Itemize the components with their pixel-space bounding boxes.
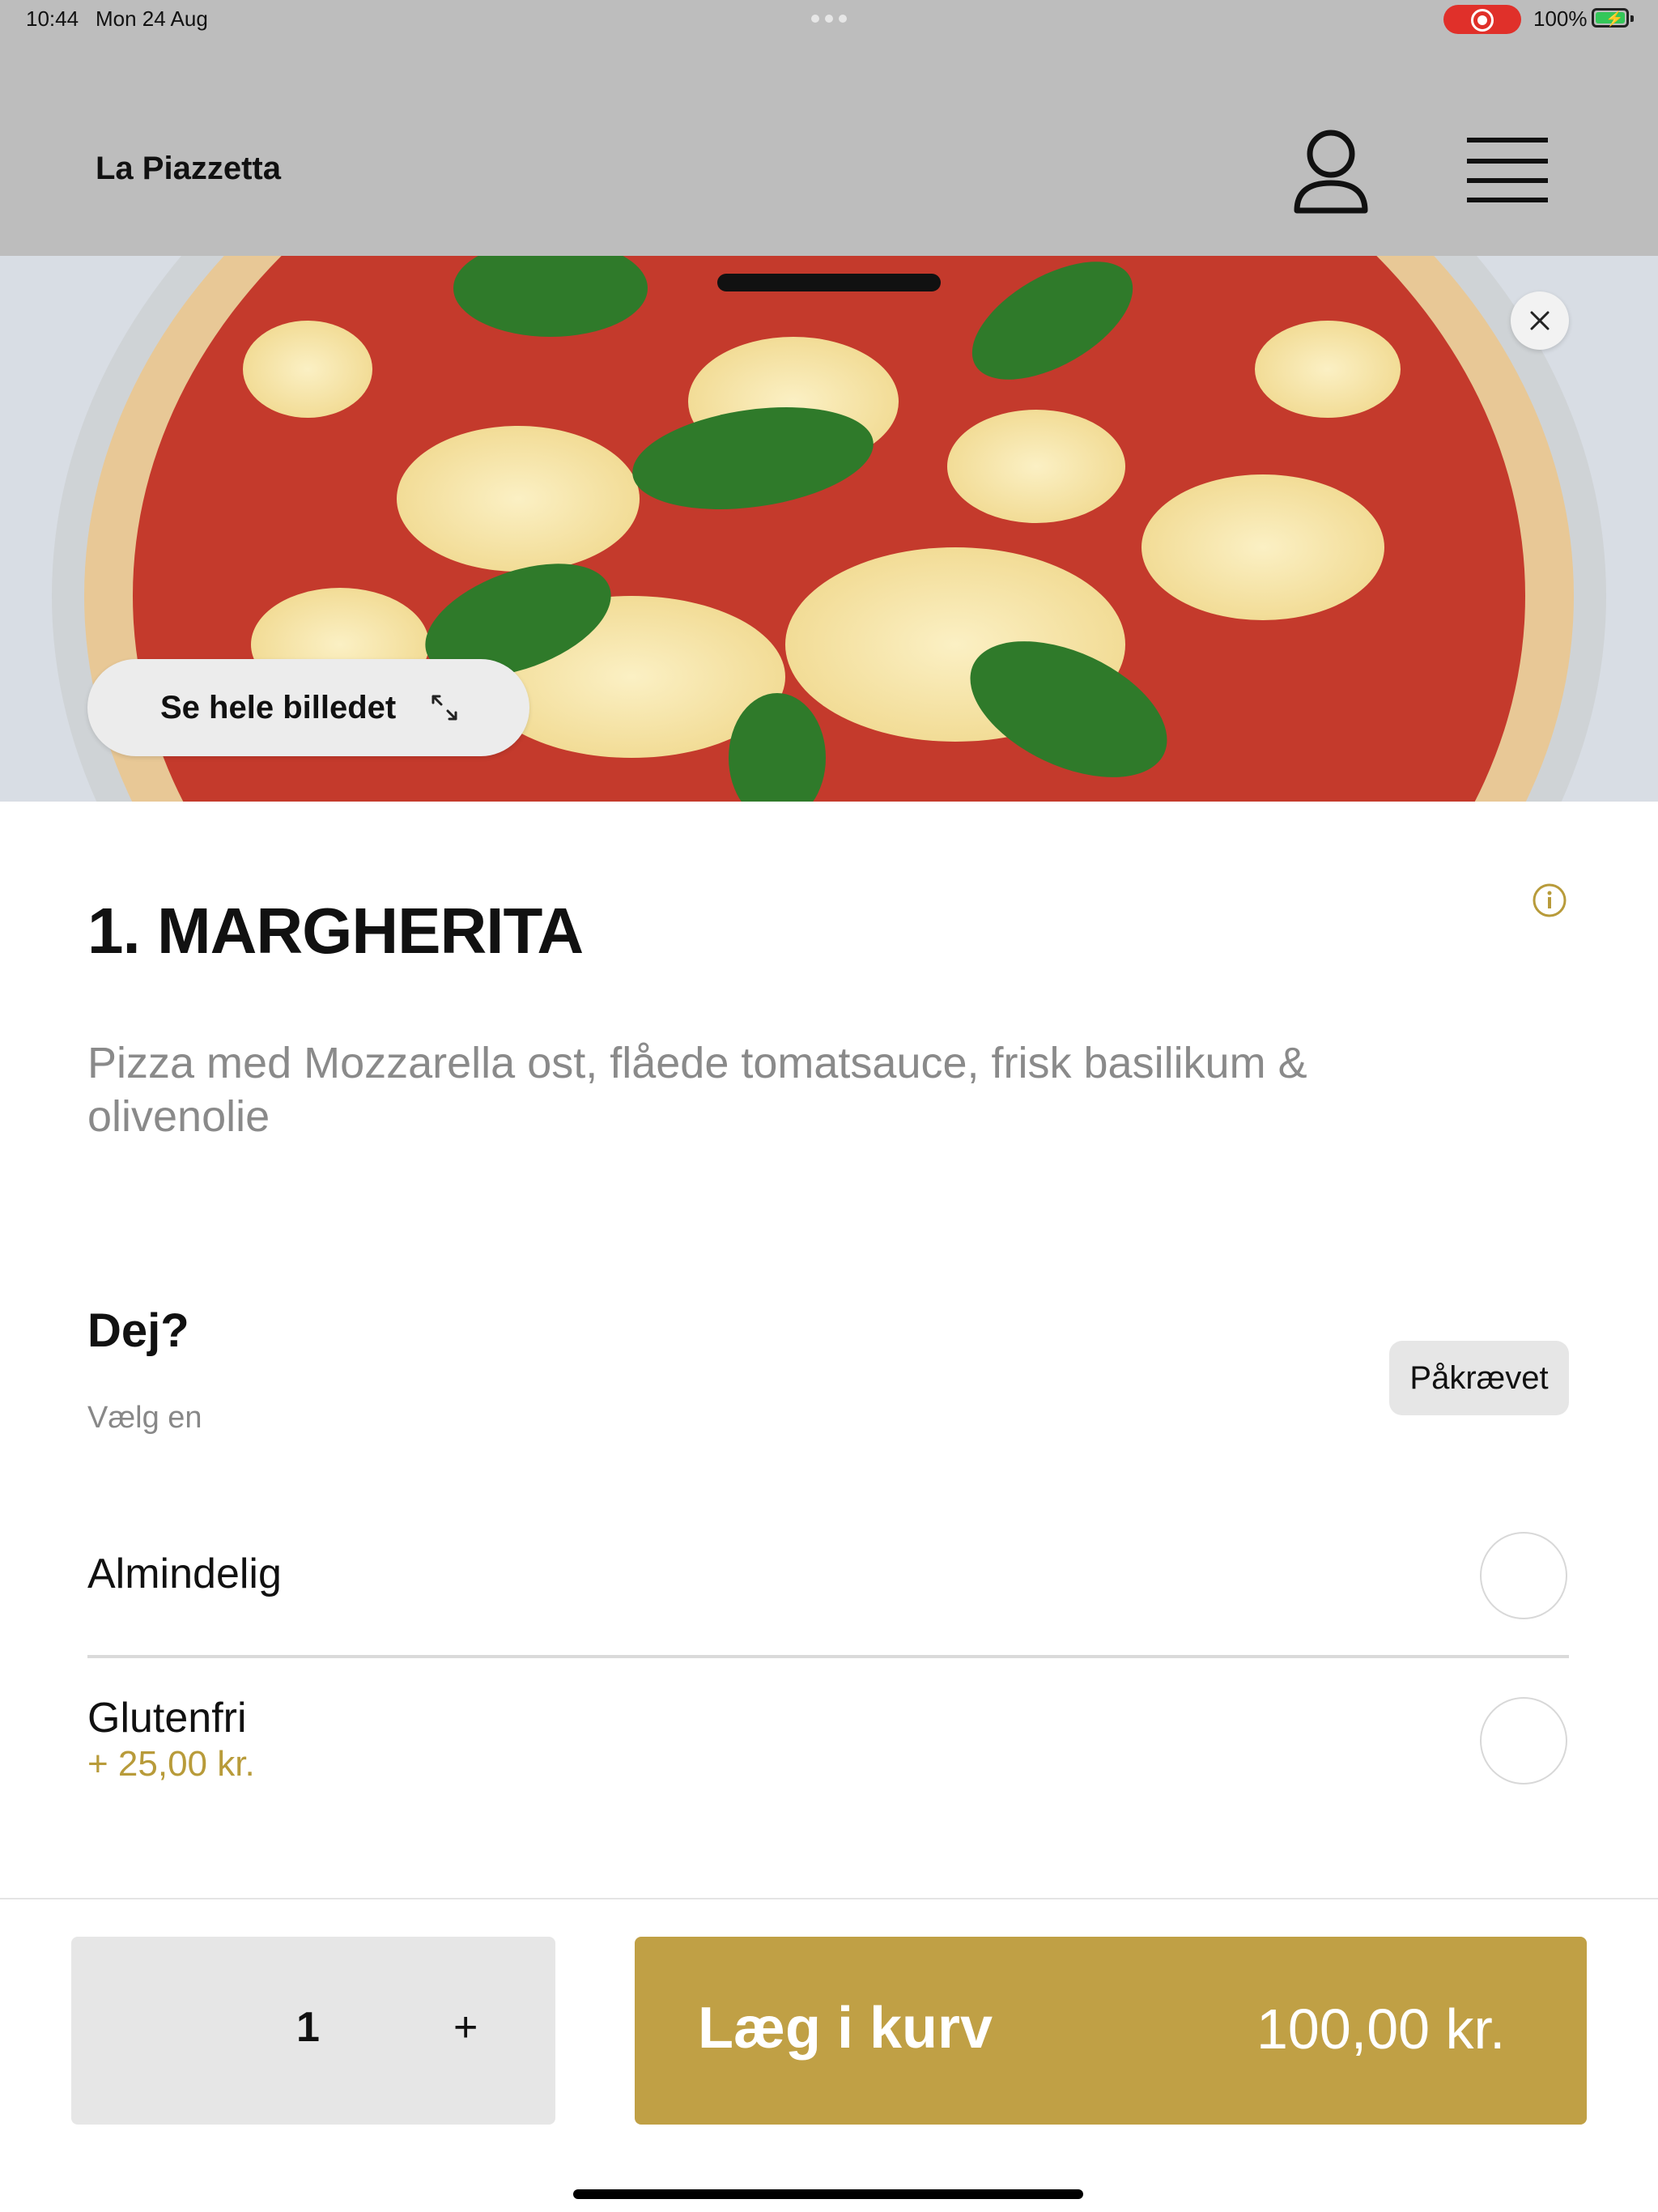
info-icon[interactable] — [1532, 883, 1567, 918]
user-icon[interactable] — [1292, 126, 1370, 217]
restaurant-name[interactable]: La Piazzetta — [96, 151, 281, 187]
product-title: 1. MARGHERITA — [87, 895, 584, 967]
menu-icon[interactable] — [1467, 136, 1548, 204]
required-badge: Påkrævet — [1389, 1341, 1569, 1415]
close-button[interactable] — [1511, 291, 1569, 350]
battery-icon: ⚡ — [1592, 8, 1634, 28]
footer-divider — [0, 1898, 1658, 1899]
radio-almindelig[interactable] — [1480, 1532, 1567, 1619]
see-full-image-button[interactable]: Se hele billedet — [87, 659, 529, 756]
status-date: Mon 24 Aug — [96, 6, 208, 31]
option-label-glutenfri[interactable]: Glutenfri — [87, 1694, 247, 1742]
status-time: 10:44 — [26, 6, 79, 31]
option-price-glutenfri: + 25,00 kr. — [87, 1744, 255, 1784]
battery-percentage: 100% — [1533, 6, 1588, 31]
see-full-image-label: Se hele billedet — [160, 689, 397, 725]
screen-recording-icon[interactable] — [1443, 5, 1521, 34]
expand-icon — [432, 695, 457, 721]
close-icon — [1530, 311, 1550, 330]
option-group-title: Dej? — [87, 1304, 189, 1357]
sheet-grabber[interactable] — [717, 274, 941, 291]
cart-total: 100,00 kr. — [1256, 1997, 1506, 2061]
option-label-almindelig[interactable]: Almindelig — [87, 1550, 282, 1598]
home-indicator[interactable] — [573, 2189, 1083, 2199]
quantity-value: 1 — [296, 2004, 320, 2051]
divider — [87, 1655, 1569, 1658]
option-group-subtitle: Vælg en — [87, 1401, 202, 1435]
increment-button[interactable]: + — [453, 2003, 478, 2052]
app-header — [0, 0, 1658, 256]
multitasking-dots-icon[interactable] — [811, 15, 847, 23]
product-description: Pizza med Mozzarella ost, flåede tomatsa… — [87, 1039, 1307, 1141]
radio-glutenfri[interactable] — [1480, 1697, 1567, 1784]
add-to-cart-label: Læg i kurv — [698, 1996, 993, 2061]
